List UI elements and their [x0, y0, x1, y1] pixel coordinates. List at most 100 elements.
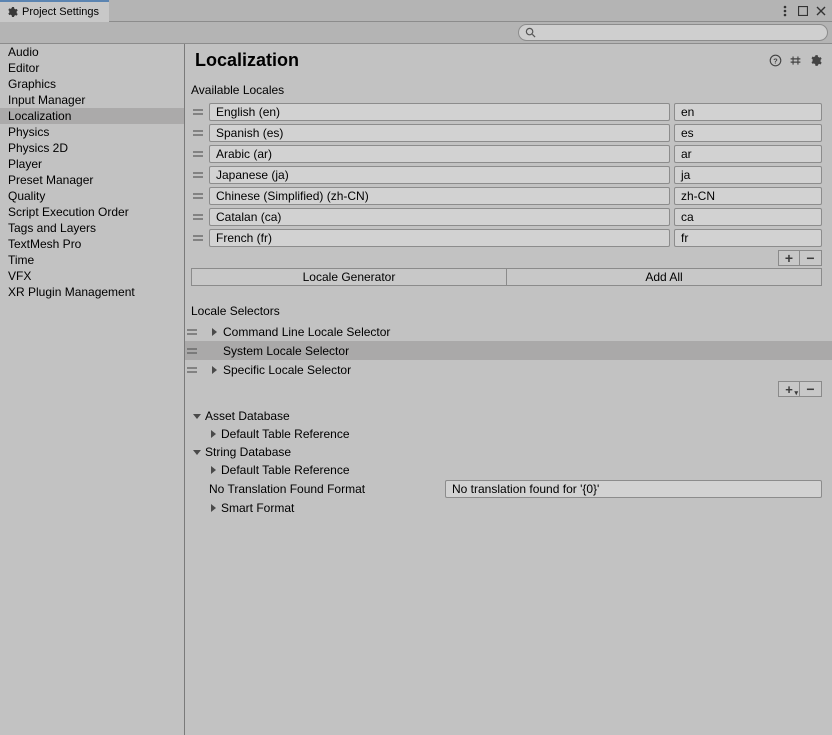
locale-row: Chinese (Simplified) (zh-CN)zh-CN: [191, 185, 822, 206]
locales-list: English (en)enSpanish (es)esArabic (ar)a…: [185, 101, 832, 248]
foldout-asset-default-table[interactable]: Default Table Reference: [185, 425, 832, 443]
smart-format-label: Smart Format: [221, 501, 294, 515]
string-database-label: String Database: [205, 445, 291, 459]
sidebar-item-input-manager[interactable]: Input Manager: [0, 92, 184, 108]
page-title: Localization: [195, 50, 299, 71]
chevron-right-icon: [209, 466, 217, 474]
drag-handle-icon[interactable]: [191, 107, 205, 117]
string-default-table-label: Default Table Reference: [221, 463, 350, 477]
search-icon: [525, 27, 536, 38]
locale-code-field[interactable]: ca: [674, 208, 822, 226]
drag-handle-icon[interactable]: [185, 327, 199, 337]
locale-name-field[interactable]: Japanese (ja): [209, 166, 670, 184]
locale-name-field[interactable]: Catalan (ca): [209, 208, 670, 226]
chevron-down-icon: [193, 412, 201, 420]
sidebar-item-physics-2d[interactable]: Physics 2D: [0, 140, 184, 156]
titlebar: Project Settings: [0, 0, 832, 22]
sidebar-item-tags-and-layers[interactable]: Tags and Layers: [0, 220, 184, 236]
foldout-asset-database[interactable]: Asset Database: [185, 407, 832, 425]
remove-locale-button[interactable]: −: [800, 250, 822, 266]
tab-title: Project Settings: [22, 6, 99, 18]
foldout-string-database[interactable]: String Database: [185, 443, 832, 461]
sidebar-item-script-execution-order[interactable]: Script Execution Order: [0, 204, 184, 220]
add-all-button[interactable]: Add All: [506, 268, 822, 286]
selector-row[interactable]: Specific Locale Selector: [185, 360, 832, 379]
locale-row: Spanish (es)es: [191, 122, 822, 143]
close-icon[interactable]: [814, 0, 828, 22]
drag-handle-icon[interactable]: [191, 233, 205, 243]
add-locale-button[interactable]: +: [778, 250, 800, 266]
locale-row: English (en)en: [191, 101, 822, 122]
add-selector-button[interactable]: +▾: [778, 381, 800, 397]
section-label-selectors: Locale Selectors: [185, 286, 832, 322]
tab-project-settings[interactable]: Project Settings: [0, 0, 109, 22]
drag-handle-icon[interactable]: [185, 365, 199, 375]
chevron-down-icon: [193, 448, 201, 456]
sidebar-item-graphics[interactable]: Graphics: [0, 76, 184, 92]
window-controls: [778, 0, 828, 22]
sidebar-item-localization[interactable]: Localization: [0, 108, 184, 124]
locale-row: Arabic (ar)ar: [191, 143, 822, 164]
window-menu-icon[interactable]: [778, 0, 792, 22]
chevron-right-icon: [209, 328, 219, 336]
section-label-locales: Available Locales: [185, 77, 832, 101]
foldout-smart-format[interactable]: Smart Format: [185, 499, 832, 517]
drag-handle-icon[interactable]: [185, 346, 199, 356]
sidebar-item-physics[interactable]: Physics: [0, 124, 184, 140]
chevron-right-icon: [209, 366, 219, 374]
sidebar-item-preset-manager[interactable]: Preset Manager: [0, 172, 184, 188]
chevron-right-icon: [209, 504, 217, 512]
preset-icon[interactable]: [788, 54, 802, 68]
locale-row: French (fr)fr: [191, 227, 822, 248]
remove-selector-button[interactable]: −: [800, 381, 822, 397]
locale-code-field[interactable]: fr: [674, 229, 822, 247]
svg-text:?: ?: [773, 56, 778, 65]
locale-name-field[interactable]: Spanish (es): [209, 124, 670, 142]
sidebar-item-quality[interactable]: Quality: [0, 188, 184, 204]
settings-sidebar: AudioEditorGraphicsInput ManagerLocaliza…: [0, 44, 185, 735]
locale-code-field[interactable]: es: [674, 124, 822, 142]
selector-label: Specific Locale Selector: [223, 363, 351, 377]
drag-handle-icon[interactable]: [191, 191, 205, 201]
drag-handle-icon[interactable]: [191, 212, 205, 222]
search-input[interactable]: [540, 27, 821, 39]
locale-name-field[interactable]: Chinese (Simplified) (zh-CN): [209, 187, 670, 205]
locale-code-field[interactable]: ja: [674, 166, 822, 184]
search-row: [0, 22, 832, 44]
sidebar-item-audio[interactable]: Audio: [0, 44, 184, 60]
selector-row[interactable]: Command Line Locale Selector: [185, 322, 832, 341]
gear-icon: [6, 6, 18, 18]
locale-code-field[interactable]: zh-CN: [674, 187, 822, 205]
sidebar-item-time[interactable]: Time: [0, 252, 184, 268]
sidebar-item-xr-plugin-management[interactable]: XR Plugin Management: [0, 284, 184, 300]
sidebar-item-vfx[interactable]: VFX: [0, 268, 184, 284]
locale-code-field[interactable]: ar: [674, 145, 822, 163]
no-translation-label: No Translation Found Format: [201, 482, 441, 496]
drag-handle-icon[interactable]: [191, 128, 205, 138]
locale-generator-button[interactable]: Locale Generator: [191, 268, 507, 286]
locale-row: Japanese (ja)ja: [191, 164, 822, 185]
sidebar-item-player[interactable]: Player: [0, 156, 184, 172]
sidebar-item-editor[interactable]: Editor: [0, 60, 184, 76]
no-translation-field[interactable]: [445, 480, 822, 498]
locale-code-field[interactable]: en: [674, 103, 822, 121]
maximize-icon[interactable]: [796, 0, 810, 22]
locale-name-field[interactable]: English (en): [209, 103, 670, 121]
settings-gear-icon[interactable]: [808, 54, 822, 68]
selector-label: System Locale Selector: [223, 344, 349, 358]
sidebar-item-textmesh-pro[interactable]: TextMesh Pro: [0, 236, 184, 252]
drag-handle-icon[interactable]: [191, 149, 205, 159]
help-icon[interactable]: ?: [768, 54, 782, 68]
asset-database-label: Asset Database: [205, 409, 290, 423]
settings-content: Localization ? Available Locales English…: [185, 44, 832, 735]
locale-name-field[interactable]: French (fr): [209, 229, 670, 247]
locale-name-field[interactable]: Arabic (ar): [209, 145, 670, 163]
locale-row: Catalan (ca)ca: [191, 206, 822, 227]
asset-default-table-label: Default Table Reference: [221, 427, 350, 441]
search-field[interactable]: [518, 24, 828, 41]
foldout-string-default-table[interactable]: Default Table Reference: [185, 461, 832, 479]
chevron-right-icon: [209, 430, 217, 438]
selector-row[interactable]: System Locale Selector: [185, 341, 832, 360]
selector-label: Command Line Locale Selector: [223, 325, 390, 339]
drag-handle-icon[interactable]: [191, 170, 205, 180]
